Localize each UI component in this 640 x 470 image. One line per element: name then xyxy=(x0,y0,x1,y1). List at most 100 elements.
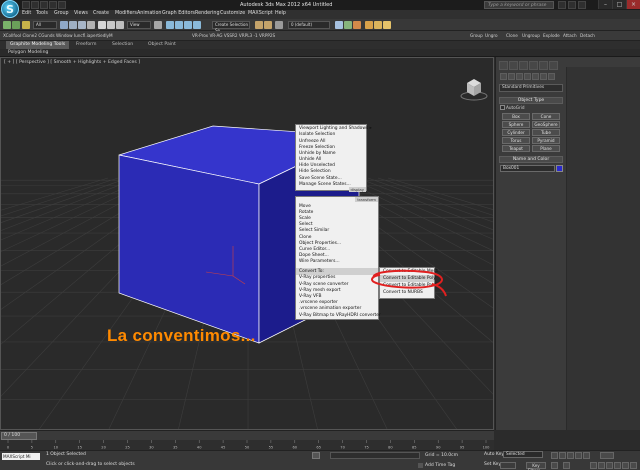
select-object-icon[interactable] xyxy=(60,21,68,29)
autogrid-checkbox[interactable] xyxy=(500,105,505,110)
primitive-type-dropdown[interactable]: Standard Primitives xyxy=(499,84,563,92)
previous-frame-icon[interactable] xyxy=(559,452,566,459)
menu-select[interactable]: Select xyxy=(299,222,313,227)
geometry-icon[interactable] xyxy=(500,73,507,80)
menu-vrscene-animation-exporter[interactable]: .vrscene animation exporter xyxy=(299,306,361,311)
menu-maxscript[interactable]: MAXScript xyxy=(248,11,273,16)
menu-dope-sheet[interactable]: Dope Sheet... xyxy=(299,253,329,258)
help-icon[interactable] xyxy=(578,1,586,9)
menu-save-scene-state[interactable]: Save Scene State... xyxy=(299,176,342,181)
time-config-icon[interactable] xyxy=(563,462,570,469)
spinner-snap-icon[interactable] xyxy=(193,21,201,29)
redo-tool-icon[interactable] xyxy=(12,21,20,29)
menu-animation[interactable]: Animation xyxy=(137,11,161,16)
maxscript-listener[interactable]: MAXScript Mi xyxy=(2,453,40,460)
next-frame-icon[interactable] xyxy=(575,452,582,459)
plane-button[interactable]: Plane xyxy=(532,145,560,152)
menu-unhide-by-name[interactable]: Unhide by Name xyxy=(299,151,336,156)
layer-manager-icon[interactable] xyxy=(275,21,283,29)
menu-vray-properties[interactable]: V-Ray properties xyxy=(299,275,335,280)
auto-key-button[interactable]: Auto Key xyxy=(484,452,504,457)
selection-filter-dropdown[interactable]: All xyxy=(33,21,57,29)
viewcube-icon[interactable] xyxy=(459,74,489,104)
menu-convert-to[interactable]: Convert To: xyxy=(299,269,324,274)
save-file-icon[interactable] xyxy=(40,1,48,9)
vray-tools-text[interactable]: VR-Prox VR-AG VSSR2 VRPL3 -1 VRPP2S xyxy=(192,33,275,38)
menu-unhide-all[interactable]: Unhide All xyxy=(299,157,321,162)
create-tab-icon[interactable] xyxy=(499,61,508,70)
lights-icon[interactable] xyxy=(516,73,523,80)
mirror-icon[interactable] xyxy=(255,21,263,29)
key-filters-button[interactable]: Key Filters... xyxy=(526,462,546,470)
rotate-icon[interactable] xyxy=(107,21,115,29)
shapes-icon[interactable] xyxy=(508,73,515,80)
snaps-toggle-icon[interactable] xyxy=(166,21,174,29)
menu-customize[interactable]: Customize xyxy=(220,11,245,16)
zoom-extents-icon[interactable] xyxy=(606,462,613,469)
menu-vray-scene-converter[interactable]: V-Ray scene converter xyxy=(299,282,348,287)
cone-button[interactable]: Cone xyxy=(532,113,560,120)
align-icon[interactable] xyxy=(264,21,272,29)
undo-icon[interactable] xyxy=(49,1,57,9)
object-type-rollout[interactable]: Object Type xyxy=(499,97,563,104)
tube-button[interactable]: Tube xyxy=(532,129,560,136)
object-color-swatch[interactable] xyxy=(556,165,563,172)
angle-snap-icon[interactable] xyxy=(175,21,183,29)
pan-icon[interactable] xyxy=(614,462,621,469)
menu-tools[interactable]: Tools xyxy=(36,11,48,16)
orbit-icon[interactable] xyxy=(622,462,629,469)
tab-freeform[interactable]: Freeform xyxy=(72,41,100,49)
menu-freeze-selection[interactable]: Freeze Selection xyxy=(299,145,335,150)
render-icon[interactable] xyxy=(383,21,391,29)
search-input[interactable]: Type a keyword or phrase xyxy=(484,1,554,9)
menu-hide-selection[interactable]: Hide Selection xyxy=(299,169,331,174)
star-icon[interactable] xyxy=(568,1,576,9)
systems-icon[interactable] xyxy=(548,73,555,80)
pivot-icon[interactable] xyxy=(154,21,162,29)
object-name-field[interactable]: Box001 xyxy=(500,165,555,172)
sphere-button[interactable]: Sphere xyxy=(502,121,530,128)
display-tab-icon[interactable] xyxy=(539,61,548,70)
new-file-icon[interactable] xyxy=(22,1,30,9)
menu-rendering[interactable]: Rendering xyxy=(195,11,220,16)
lock-icon[interactable] xyxy=(312,452,320,459)
teapot-button[interactable]: Teapot xyxy=(502,145,530,152)
key-mode-icon[interactable] xyxy=(551,462,558,469)
menu-vray-vfb[interactable]: V-Ray VFB xyxy=(299,294,322,299)
key-selection-dropdown[interactable]: Selected xyxy=(503,451,543,458)
tab-object-paint[interactable]: Object Paint xyxy=(144,41,180,49)
minimize-icon[interactable]: – xyxy=(598,0,612,9)
name-and-color-rollout[interactable]: Name and Color xyxy=(499,156,563,163)
undo-tool-icon[interactable] xyxy=(3,21,11,29)
perspective-viewport[interactable]: [ + ] [ Perspective ] [ Smooth + Highlig… xyxy=(0,57,494,430)
select-by-name-icon[interactable] xyxy=(69,21,77,29)
menu-vray-bitmap-converter[interactable]: V-Ray Bitmap to VRayHDRI converter xyxy=(299,313,381,318)
menu-unfreeze-all[interactable]: Unfreeze All xyxy=(299,139,326,144)
coordinate-fields[interactable] xyxy=(330,452,420,459)
menu-curve-editor[interactable]: Curve Editor... xyxy=(299,247,330,252)
close-icon[interactable]: × xyxy=(626,0,640,9)
curve-editor-icon[interactable] xyxy=(335,21,343,29)
helpers-icon[interactable] xyxy=(532,73,539,80)
reference-coord-dropdown[interactable]: View xyxy=(127,21,151,29)
zoom-icon[interactable] xyxy=(590,462,597,469)
custom-tools-text[interactable]: XCollfool Clone2 CGunds Window Iuncfl.ia… xyxy=(3,33,113,38)
polygon-modeling-label[interactable]: Polygon Modeling xyxy=(4,49,52,57)
menu-rotate[interactable]: Rotate xyxy=(299,210,313,215)
menu-views[interactable]: Views xyxy=(74,11,88,16)
add-time-tag-button[interactable]: Add Time Tag xyxy=(425,463,455,468)
geosphere-button[interactable]: GeoSphere xyxy=(532,121,560,128)
menu-create[interactable]: Create xyxy=(93,11,109,16)
pyramid-button[interactable]: Pyramid xyxy=(532,137,560,144)
rendered-frame-icon[interactable] xyxy=(374,21,382,29)
menu-wire-parameters[interactable]: Wire Parameters... xyxy=(299,259,340,264)
material-editor-icon[interactable] xyxy=(353,21,361,29)
rect-selection-icon[interactable] xyxy=(78,21,86,29)
space-warps-icon[interactable] xyxy=(540,73,547,80)
menu-clone[interactable]: Clone xyxy=(299,235,311,240)
go-to-start-icon[interactable] xyxy=(551,452,558,459)
cameras-icon[interactable] xyxy=(524,73,531,80)
scale-icon[interactable] xyxy=(116,21,124,29)
menu-graph-editors[interactable]: Graph Editors xyxy=(162,11,195,16)
menu-edit[interactable]: Edit xyxy=(22,11,31,16)
